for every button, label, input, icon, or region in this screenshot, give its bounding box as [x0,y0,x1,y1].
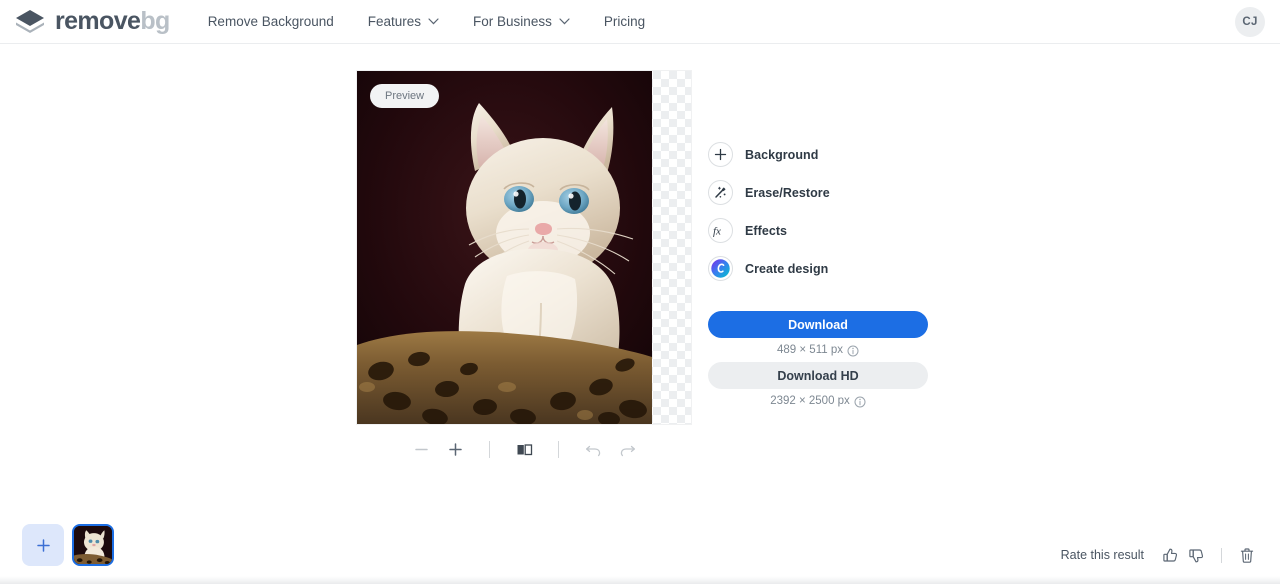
magic-wand-icon [715,186,726,198]
nav-item-for-business[interactable]: For Business [456,8,587,35]
tool-erase-restore[interactable]: Erase/Restore [708,174,928,211]
tool-label: Erase/Restore [745,185,830,200]
redo-button[interactable] [610,435,644,463]
canva-logo-icon [711,259,730,278]
kitten-photo [357,71,652,424]
plus-icon [448,442,462,456]
info-circle-icon[interactable] [847,345,859,357]
preview-badge: Preview [370,84,440,108]
thumbnail-strip [22,524,114,566]
fx-icon: fx [713,226,721,238]
tool-icon-wrap [708,256,733,281]
undo-button[interactable] [576,435,610,463]
nav-label: Pricing [603,14,646,29]
download-section: Download 489 × 511 px Download HD 2392 ×… [708,311,928,413]
tool-create-design[interactable]: Create design [708,250,928,287]
plus-icon [714,148,727,161]
download-dimensions: 489 × 511 px [777,344,843,356]
nav-item-remove-background[interactable]: Remove Background [208,8,351,35]
tool-effects[interactable]: fx Effects [708,212,928,249]
user-avatar[interactable]: CJ [1235,7,1265,37]
redo-icon [620,445,635,456]
rate-label: Rate this result [1060,548,1144,562]
download-hd-button[interactable]: Download HD [708,362,928,389]
nav-label: Features [367,14,422,29]
site-logo[interactable]: removebg [14,9,170,35]
thumbnail-item-kitten[interactable] [72,524,114,566]
thumbs-up-button[interactable] [1157,543,1183,567]
avatar-initials: CJ [1242,16,1258,28]
rate-result-bar: Rate this result [1061,543,1260,567]
toolbar-divider [558,440,559,458]
svg-text:fx: fx [713,226,721,238]
zoom-out-button[interactable] [404,435,438,463]
tool-label: Create design [745,261,829,276]
nav-label: Remove Background [207,14,334,29]
compare-toggle-button[interactable] [507,435,541,463]
image-canvas[interactable]: Preview [356,70,692,425]
minus-icon [414,448,428,450]
toolbar-divider [489,440,490,458]
thumbnail-image [74,526,112,564]
thumbs-down-button[interactable] [1183,543,1209,567]
logo-wordmark: removebg [55,9,170,34]
download-size-info: 489 × 511 px [708,338,928,362]
top-navigation-bar: removebg Remove Background Features For … [0,0,1280,44]
tool-background[interactable]: Background [708,136,928,173]
logo-text-bg: bg [140,7,170,35]
footer-separator [0,576,1280,584]
nav-links: Remove Background Features For Business … [208,8,662,35]
download-hd-size-info: 2392 × 2500 px [708,389,928,413]
tool-label: Effects [745,223,788,238]
undo-icon [585,445,600,456]
nav-item-pricing[interactable]: Pricing [587,8,662,35]
nav-label: For Business [473,14,552,29]
result-image [357,71,652,424]
canvas-toolbar [356,434,692,464]
thumbs-up-icon [1162,548,1177,562]
zoom-in-button[interactable] [438,435,472,463]
tool-icon-wrap [708,142,733,167]
layers-diamond-icon [16,9,44,33]
nav-item-features[interactable]: Features [351,8,456,35]
editing-tools-panel: Background Erase/Restore fx Effects Crea… [708,136,928,288]
split-compare-icon [517,443,532,455]
trash-icon [1240,547,1254,563]
info-circle-icon[interactable] [854,396,866,408]
tool-icon-wrap [708,180,733,205]
chevron-down-icon [428,18,439,25]
tool-label: Background [745,147,819,162]
delete-image-button[interactable] [1234,543,1260,567]
download-hd-dimensions: 2392 × 2500 px [770,395,850,407]
chevron-down-icon [559,18,570,25]
rate-divider [1221,547,1222,563]
thumbs-down-icon [1188,548,1203,562]
plus-icon [36,538,50,552]
logo-text-remove: remove [55,7,141,35]
download-button[interactable]: Download [708,311,928,338]
tool-icon-wrap: fx [708,218,733,243]
add-image-button[interactable] [22,524,64,566]
